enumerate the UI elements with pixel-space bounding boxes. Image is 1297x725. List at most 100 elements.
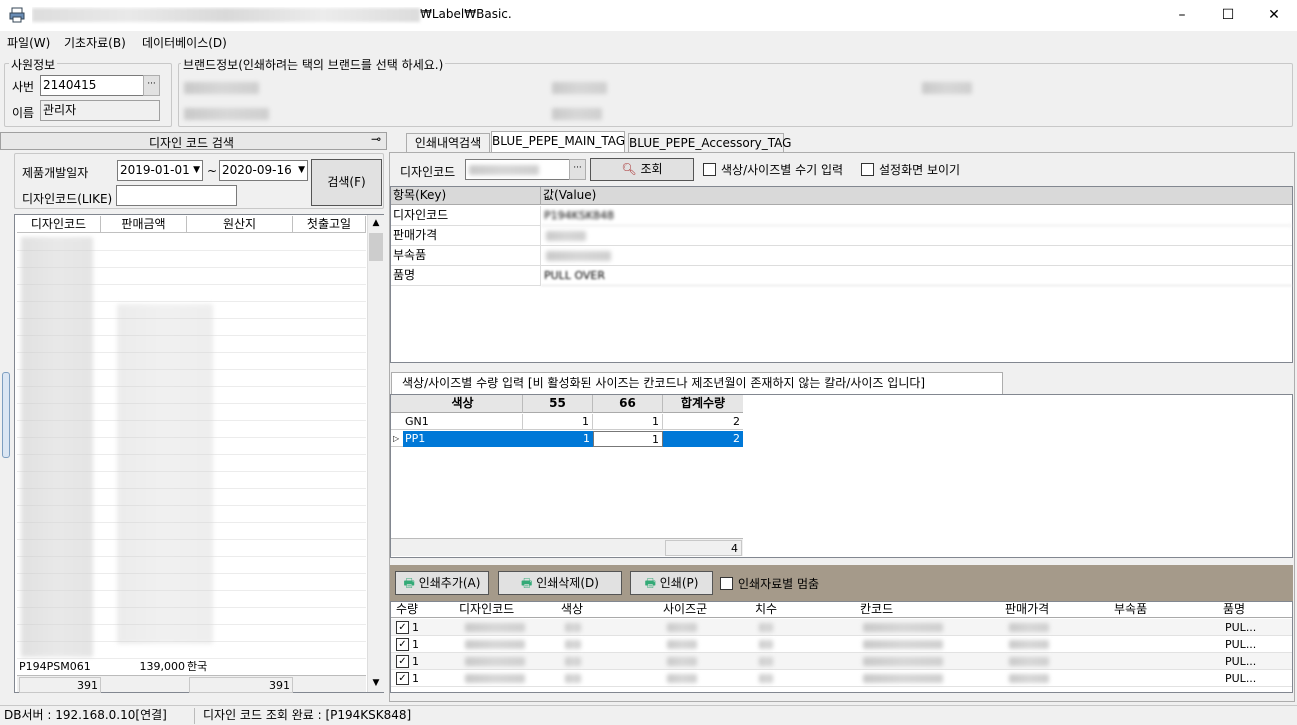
print-row-qty: 1 <box>412 672 419 685</box>
table-row[interactable]: ✓ 1 PUL... <box>391 636 1292 653</box>
vertical-scrollbar[interactable]: ▲ ▼ <box>367 215 384 692</box>
grid-col-price[interactable]: 판매금액 <box>101 216 187 233</box>
scroll-thumb[interactable] <box>369 233 383 261</box>
add-print-button[interactable]: 🖶︎ 인쇄추가(A) <box>395 571 489 595</box>
footer-origin-count: 391 <box>189 677 293 693</box>
brand-option[interactable] <box>184 108 269 120</box>
key-value-grid: 항목(Key) 값(Value) 디자인코드 P194KSK848 판매가격 부… <box>390 186 1293 363</box>
grid-col-origin[interactable]: 원산지 <box>187 216 293 233</box>
table-row-code[interactable]: P194PSM061 <box>19 659 99 675</box>
window-title: ₩Label₩Basic.set <box>32 7 512 25</box>
employee-group-label: 사원정보 <box>9 56 58 73</box>
employee-id-input[interactable]: 2140415 <box>40 75 144 96</box>
table-row[interactable]: ✓ 1 PUL... <box>391 653 1292 670</box>
employee-browse-button[interactable]: ··· <box>143 75 160 96</box>
qty-tab[interactable]: 색상/사이즈별 수량 입력 [비 활성화된 사이즈는 칸코드나 제조년월이 존재… <box>391 372 1003 394</box>
kv-value[interactable]: P194KSK848 <box>541 206 1292 226</box>
menu-database[interactable]: 데이터베이스(D) <box>142 34 227 51</box>
col-accessory: 부속품 <box>1114 602 1148 616</box>
brand-option[interactable] <box>552 108 602 120</box>
grid-col-code[interactable]: 디자인코드 <box>17 216 101 233</box>
qty-row-66[interactable]: 1 <box>593 431 663 447</box>
print-rows: ✓ 1 PUL... ✓ 1 PUL... ✓ 1 PUL... ✓ 1 PUL... <box>391 619 1292 693</box>
status-db: DB서버 : 192.168.0.10[연결] <box>2 708 195 724</box>
qty-footer: 4 <box>391 538 743 556</box>
scroll-down-icon[interactable]: ▼ <box>368 675 384 691</box>
menu-basic-data[interactable]: 기초자료(B) <box>64 34 126 51</box>
blurred-cell <box>465 674 525 683</box>
pin-icon[interactable]: ⊸ <box>367 132 385 148</box>
print-row-name: PUL... <box>1225 672 1257 685</box>
col-product-name: 품명 <box>1223 602 1246 616</box>
status-bar: DB서버 : 192.168.0.10[연결] 디자인 코드 조회 완료 : [… <box>0 705 1297 725</box>
print-row-name: PUL... <box>1225 638 1257 651</box>
show-settings-label: 설정화면 보이기 <box>879 163 961 177</box>
qty-col-color: 색상 <box>403 395 523 413</box>
print-row-checkbox[interactable]: ✓ <box>396 655 409 668</box>
qty-row-55[interactable]: 1 <box>523 431 593 447</box>
qty-row-66[interactable]: 1 <box>593 414 663 430</box>
design-code-browse-button[interactable]: ··· <box>569 159 586 180</box>
qty-row-55[interactable]: 1 <box>523 414 593 430</box>
code-like-input[interactable] <box>116 185 237 206</box>
blurred-cell <box>863 623 943 632</box>
table-row[interactable]: GN1 1 1 2 <box>391 414 743 430</box>
col-kan-code: 칸코드 <box>860 602 894 616</box>
show-settings-checkbox[interactable] <box>861 163 874 176</box>
panel-splitter-handle[interactable] <box>2 372 10 458</box>
kv-key: 디자인코드 <box>391 206 541 226</box>
table-row[interactable]: ✓ 1 PUL... <box>391 670 1292 687</box>
table-row-price: 139,000 <box>139 660 186 673</box>
kv-value[interactable]: PULL OVER <box>541 266 1292 286</box>
date-to-picker[interactable]: 2020-09-16 ▼ <box>219 160 308 181</box>
print-row-checkbox[interactable]: ✓ <box>396 672 409 685</box>
tab-accessory-tag[interactable]: BLUE_PEPE_Accessory_TAG <box>628 133 791 153</box>
left-search-button[interactable]: 검색(F) <box>311 159 382 206</box>
kv-value[interactable] <box>541 226 1292 246</box>
dropdown-arrow-icon: ▼ <box>298 165 305 175</box>
code-like-label: 디자인코드(LIKE) <box>22 192 113 206</box>
print-row-name: PUL... <box>1225 621 1257 634</box>
print-button[interactable]: 🖶︎ 인쇄(P) <box>630 571 713 595</box>
qty-grand-total: 4 <box>665 540 742 556</box>
lookup-button[interactable]: 🔍︎ 조회 <box>590 158 694 181</box>
left-panel-header: 디자인 코드 검색 ⊸ <box>0 132 387 150</box>
scroll-up-icon[interactable]: ▲ <box>368 215 384 231</box>
print-row-checkbox[interactable]: ✓ <box>396 638 409 651</box>
print-list-header: 수량 디자인코드 색상 사이즈군 치수 칸코드 판매가격 부속품 품명 <box>391 602 1292 618</box>
kv-key: 품명 <box>391 266 541 286</box>
blurred-cell <box>759 640 773 649</box>
design-code-grid: 디자인코드 판매금액 원산지 첫출고일 P194PSM061 139,000 한… <box>14 214 384 693</box>
grid-col-first-ship[interactable]: 첫출고일 <box>293 216 366 233</box>
color-size-manual-label: 색상/사이즈별 수기 입력 <box>721 163 844 177</box>
blurred-cell <box>667 623 697 632</box>
tab-print-history[interactable]: 인쇄내역검색 <box>406 133 490 153</box>
kv-value[interactable] <box>541 246 1292 266</box>
print-row-checkbox[interactable]: ✓ <box>396 621 409 634</box>
print-list-grid: 수량 디자인코드 색상 사이즈군 치수 칸코드 판매가격 부속품 품명 ✓ 1 PU… <box>390 601 1293 693</box>
minimize-button[interactable]: – <box>1159 0 1205 31</box>
blurred-cell <box>759 657 773 666</box>
blurred-cell <box>759 623 773 632</box>
date-from-picker[interactable]: 2019-01-01 ▼ <box>117 160 203 181</box>
close-button[interactable]: ✕ <box>1251 0 1297 31</box>
table-row[interactable]: ▷ PP1 1 1 2 <box>391 431 743 447</box>
tab-main-tag[interactable]: BLUE_PEPE_MAIN_TAG <box>491 131 625 153</box>
blurred-cell <box>565 623 581 632</box>
blurred-cell <box>1009 623 1049 632</box>
menu-file[interactable]: 파일(W) <box>7 34 50 51</box>
printer-delete-icon: 🖶︎ <box>521 576 533 590</box>
table-row[interactable]: ✓ 1 PUL... <box>391 619 1292 636</box>
stop-per-item-checkbox[interactable] <box>720 577 733 590</box>
design-code-input[interactable] <box>465 159 571 180</box>
design-code-label: 디자인코드 <box>400 165 456 179</box>
brand-option[interactable] <box>552 82 607 94</box>
row-pointer-icon: ▷ <box>393 434 400 443</box>
qty-col-55: 55 <box>523 395 593 413</box>
maximize-button[interactable]: ☐ <box>1205 0 1251 31</box>
color-size-manual-checkbox[interactable] <box>703 163 716 176</box>
brand-option[interactable] <box>922 82 972 94</box>
delete-print-button[interactable]: 🖶︎ 인쇄삭제(D) <box>498 571 622 595</box>
col-qty: 수량 <box>396 602 419 616</box>
brand-option[interactable] <box>184 82 259 94</box>
